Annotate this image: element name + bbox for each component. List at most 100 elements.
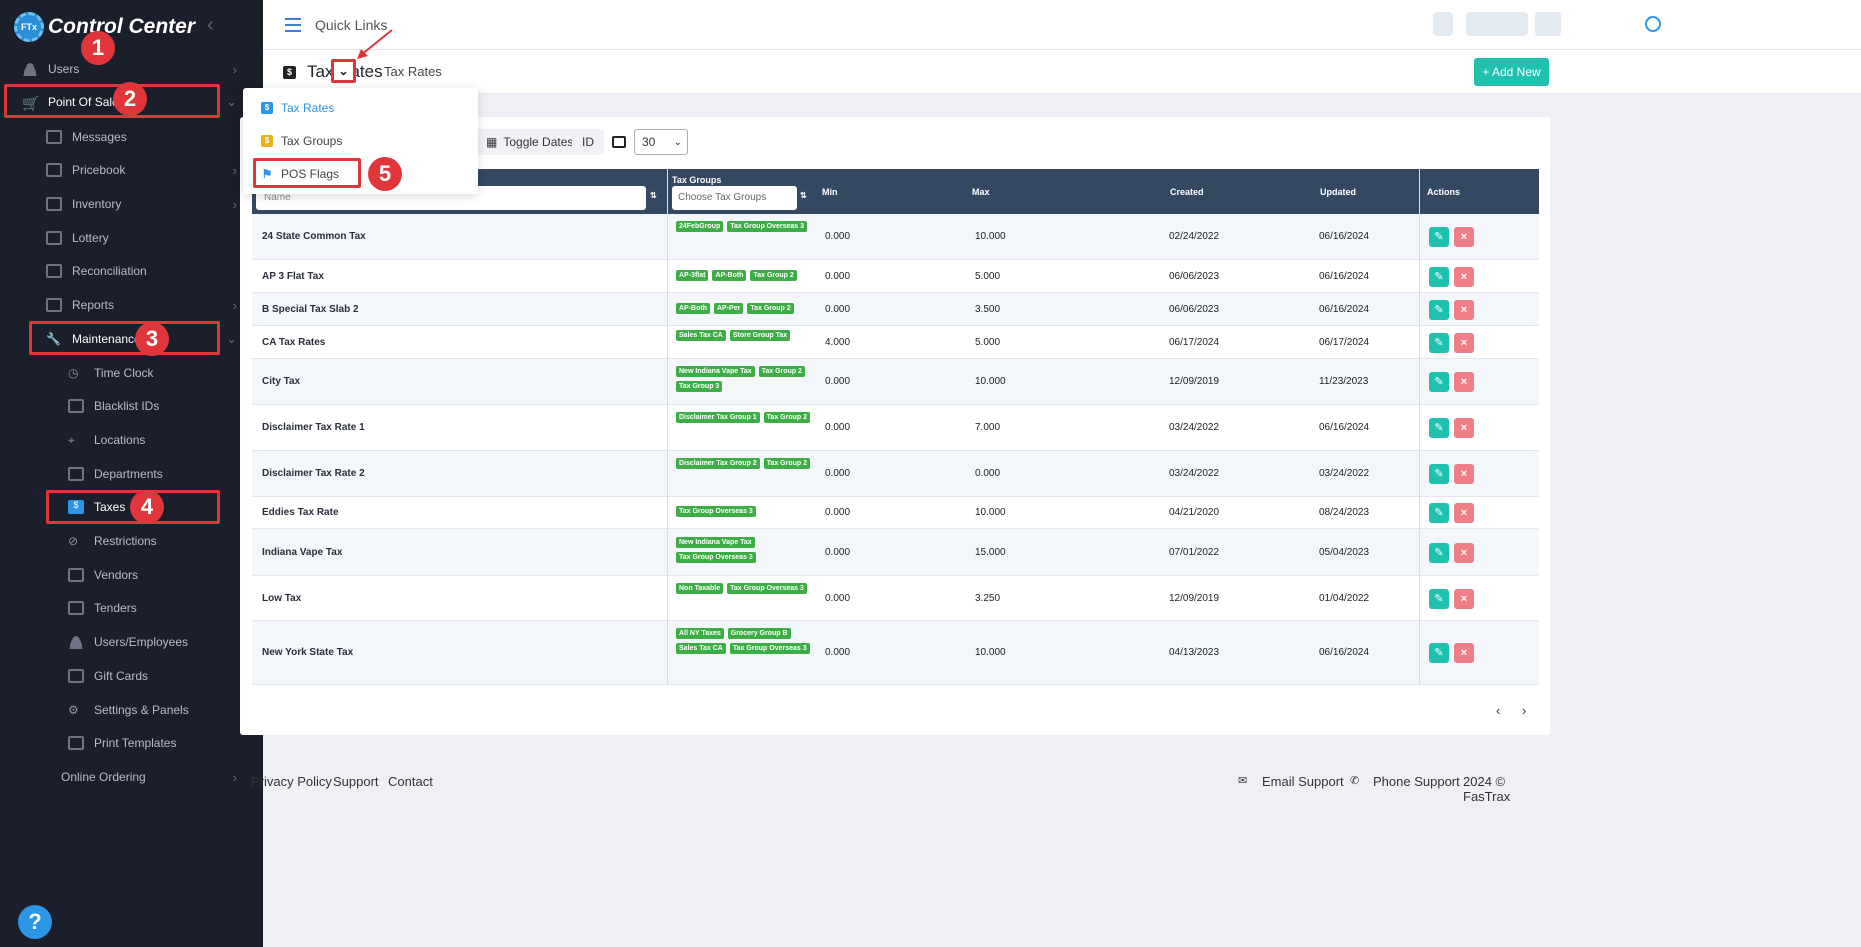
row-name: New York State Tax xyxy=(262,647,354,658)
help-icon[interactable]: ? xyxy=(18,905,52,939)
edit-icon[interactable]: ✎ xyxy=(1429,332,1449,353)
notifications-icon[interactable] xyxy=(1433,12,1453,36)
menu-item-tax-rates[interactable]: $ Tax Rates xyxy=(261,101,334,115)
row-min: 0.000 xyxy=(825,546,851,558)
email-support-link[interactable]: Email Support xyxy=(1262,774,1344,789)
chevron-right-icon: › xyxy=(232,297,237,313)
avatar[interactable] xyxy=(1535,12,1561,36)
row-name: Low Tax xyxy=(262,592,302,604)
edit-icon[interactable]: ✎ xyxy=(1429,542,1449,563)
highlight-maintenance xyxy=(29,321,220,355)
pricebook-icon xyxy=(46,163,62,177)
edit-icon[interactable]: ✎ xyxy=(1429,266,1449,287)
highlight-point-of-sale xyxy=(4,84,220,118)
row-min: 0.000 xyxy=(825,270,851,282)
map-pin-icon: ⌖ xyxy=(68,433,75,447)
envelope-icon: ✉ xyxy=(1238,775,1248,787)
row-min: 0.000 xyxy=(825,376,851,387)
toggle-dates-button[interactable]: ▦ Toggle Dates xyxy=(476,129,584,155)
sidebar-item-label: Messages xyxy=(72,130,127,144)
delete-icon[interactable]: × xyxy=(1454,299,1474,320)
tax-group-tag: New Indiana Vape Tax xyxy=(676,366,755,377)
dollar-icon: $ xyxy=(261,102,273,114)
reconciliation-icon xyxy=(46,264,62,278)
row-tax-groups: AP-3flat AP-Both Tax Group 2 xyxy=(676,268,816,283)
column-header-max[interactable]: Max xyxy=(972,187,990,197)
delete-icon[interactable]: × xyxy=(1454,227,1474,247)
delete-icon[interactable]: × xyxy=(1454,588,1474,609)
next-page-button[interactable]: › xyxy=(1522,703,1526,718)
delete-icon[interactable]: × xyxy=(1454,542,1474,563)
row-tax-groups: All NY Taxes Grocery Group BSales Tax CA T… xyxy=(676,626,816,656)
row-created: 06/17/2024 xyxy=(1169,336,1220,348)
delete-icon[interactable]: × xyxy=(1454,418,1474,438)
row-name: B Special Tax Slab 2 xyxy=(262,303,359,315)
sidebar-item-label: Departments xyxy=(94,467,163,481)
menu-icon[interactable] xyxy=(285,18,301,36)
per-page-select[interactable]: 30 ⌄ xyxy=(634,129,688,155)
sort-icon[interactable]: ⇅ xyxy=(650,191,657,200)
delete-icon[interactable]: × xyxy=(1454,503,1474,523)
table-row: Disclaimer Tax Rate 1 0.000 7.000 03/24/202… xyxy=(252,405,1539,451)
row-updated: 06/16/2024 xyxy=(1319,231,1370,242)
sort-icon[interactable]: ⇅ xyxy=(800,191,807,200)
delete-icon[interactable]: × xyxy=(1454,372,1474,392)
row-max: 3.500 xyxy=(975,303,1001,315)
row-actions: ✎ × xyxy=(1429,542,1474,563)
row-tax-groups: New Indiana Vape Tax Tax Group 2 Tax Group… xyxy=(676,364,816,394)
support-link[interactable]: Support xyxy=(333,774,379,789)
edit-icon[interactable]: ✎ xyxy=(1429,503,1449,523)
delete-icon[interactable]: × xyxy=(1454,643,1474,663)
sidebar-item-label: Print Templates xyxy=(94,736,177,750)
delete-icon[interactable]: × xyxy=(1454,464,1474,484)
gear-icon: ⚙ xyxy=(68,703,79,717)
row-actions: ✎ × xyxy=(1429,266,1474,287)
column-header-created[interactable]: Created xyxy=(1170,187,1204,197)
column-header-tax-groups[interactable]: Tax Groups xyxy=(672,175,721,185)
search-icon[interactable] xyxy=(1645,16,1661,32)
annotation-badge: 5 xyxy=(368,157,402,191)
row-max: 10.000 xyxy=(975,647,1006,658)
user-menu[interactable] xyxy=(1466,12,1528,36)
row-actions: ✎ × xyxy=(1429,332,1474,353)
collapse-sidebar-icon[interactable]: ‹ xyxy=(207,14,214,37)
row-actions: ✎ × xyxy=(1429,643,1474,663)
menu-item-label: Tax Groups xyxy=(281,134,343,148)
row-max: 10.000 xyxy=(975,507,1006,518)
table-row: AP 3 Flat Tax 0.000 5.000 06/06/2023 06/16/2… xyxy=(252,260,1539,293)
printer-icon xyxy=(68,736,84,750)
tax-groups-filter-select[interactable]: Choose Tax Groups xyxy=(672,186,797,210)
sidebar-item-label: Blacklist IDs xyxy=(94,399,160,413)
printer-icon[interactable] xyxy=(612,136,626,148)
edit-icon[interactable]: ✎ xyxy=(1429,643,1449,663)
column-divider xyxy=(667,169,668,685)
inventory-icon xyxy=(46,197,62,211)
menu-item-tax-groups[interactable]: $ Tax Groups xyxy=(261,134,342,148)
tax-group-tag: Sales Tax CA xyxy=(676,330,726,341)
privacy-policy-link[interactable]: Privacy Policy xyxy=(251,774,332,789)
edit-icon[interactable]: ✎ xyxy=(1429,299,1449,320)
column-header-updated[interactable]: Updated xyxy=(1320,187,1356,197)
edit-icon[interactable]: ✎ xyxy=(1429,227,1449,247)
annotation-arrow-icon xyxy=(357,29,393,59)
contact-link[interactable]: Contact xyxy=(388,774,433,789)
tax-group-tag: Tax Group Overseas 3 xyxy=(676,506,756,517)
edit-icon[interactable]: ✎ xyxy=(1429,464,1449,484)
sidebar: FTx Control Center ‹ Users › 🛒 Point Of Sa… xyxy=(0,0,263,947)
sidebar-item-online-ordering[interactable]: Online Ordering › xyxy=(0,757,263,797)
row-actions: ✎ × xyxy=(1429,503,1474,523)
column-divider xyxy=(1419,169,1420,685)
row-min: 0.000 xyxy=(825,647,851,658)
add-new-button[interactable]: + Add New xyxy=(1474,58,1549,86)
phone-support-link[interactable]: Phone Support xyxy=(1373,774,1460,789)
edit-icon[interactable]: ✎ xyxy=(1429,418,1449,438)
edit-icon[interactable]: ✎ xyxy=(1429,372,1449,392)
edit-icon[interactable]: ✎ xyxy=(1429,588,1449,609)
column-header-min[interactable]: Min xyxy=(822,187,838,197)
tax-group-tag: Disclaimer Tax Group 2 xyxy=(676,458,760,469)
page-switcher-dropdown-button[interactable]: ⌄ xyxy=(331,59,356,83)
id-toggle-button[interactable]: ID xyxy=(572,129,604,155)
delete-icon[interactable]: × xyxy=(1454,332,1474,353)
prev-page-button[interactable]: ‹ xyxy=(1496,703,1500,718)
delete-icon[interactable]: × xyxy=(1454,266,1474,287)
